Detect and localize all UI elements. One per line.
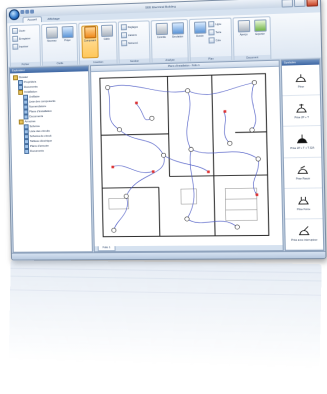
project-explorer: Explorateur Dossier Propriétés Documents In… (8, 65, 93, 253)
window-controls (281, 0, 319, 8)
maximize-icon[interactable] (293, 0, 306, 8)
document-icon (24, 148, 30, 154)
cable-icon (100, 24, 113, 37)
draw-button[interactable]: Dessin (192, 21, 208, 55)
socket-icon (293, 72, 308, 86)
tree-item-label: Installation (23, 89, 38, 95)
project-icon (61, 25, 74, 39)
tree-item-label: Liste des composants (29, 99, 56, 104)
bom-button[interactable]: Nomencl. (121, 39, 147, 47)
print-icon (12, 43, 19, 50)
explorer-tree: Dossier Propriétés Documents Installation Un… (10, 71, 90, 154)
tree-item-label: Tableau électrique (29, 139, 53, 144)
export-button[interactable]: Exporter (252, 19, 268, 53)
preview-icon (237, 19, 250, 33)
socket-power-icon (295, 133, 310, 147)
tree-item-label: Plans d'armoire (29, 144, 49, 149)
print-button[interactable]: Imprimer (12, 43, 37, 50)
tree-item-label: Schéma de circuit (29, 134, 52, 139)
component-icon (83, 26, 96, 39)
new-button[interactable]: Nouveau (44, 26, 59, 59)
symbol-item[interactable]: Prise 2P + T (282, 95, 321, 128)
document-icon (23, 114, 29, 120)
links-button[interactable]: Liaisons (120, 31, 147, 39)
save-button[interactable]: Enregistrer (12, 35, 37, 42)
symbol-item[interactable]: Prise avec interrupteur (285, 218, 324, 251)
settings-button[interactable]: Réglages (120, 23, 147, 31)
project-button[interactable]: Projet (60, 25, 75, 59)
status-bar (11, 250, 326, 260)
cable-button[interactable]: Câble (99, 24, 115, 58)
tab-accueil[interactable]: Accueil (22, 16, 42, 23)
shaver-socket-icon (295, 164, 310, 178)
tree-item-label: Plans d'installation (29, 109, 52, 114)
tree-item-label: Schéma (29, 124, 40, 129)
symbol-item[interactable]: Prise Rasoir (283, 157, 322, 189)
minimize-icon[interactable] (281, 0, 294, 8)
tree-item[interactable]: Documents (15, 148, 90, 154)
tree-item-label: Unifilaire (28, 94, 40, 99)
symbol-item[interactable]: Prise Force (284, 188, 323, 220)
tab-affichage[interactable]: Affichage (44, 16, 64, 22)
open-icon (12, 27, 18, 35)
gear-icon (120, 24, 127, 31)
tree-item-label: Documents (23, 84, 38, 90)
line-icon (208, 21, 215, 28)
line-button[interactable]: Ligne (208, 21, 228, 28)
symbol-library: Symboles Prise Prise 2P + T Prise 2P + T… (280, 58, 325, 252)
link-icon (120, 32, 128, 39)
symbol-item[interactable]: Prise (281, 64, 320, 97)
symbol-item[interactable]: Prise 2P + T + T 32A (283, 126, 322, 158)
tree-item-label: Documents (30, 149, 44, 154)
sheet-tab[interactable]: Folio 1 (97, 246, 116, 252)
save-icon (12, 35, 19, 42)
ribbon-group-document: Aperçu Exporter Document (232, 16, 272, 62)
ribbon-group-plan: Dessin Ligne Texte Cote Plan (188, 17, 233, 64)
floor-plan-canvas[interactable] (91, 66, 283, 247)
preview-button[interactable]: Aperçu (236, 19, 252, 54)
tree-item-label: Liste des circuits (29, 129, 50, 134)
dimension-button[interactable]: Cote (208, 37, 229, 44)
simulation-button[interactable]: Simulation (170, 22, 186, 56)
check-button[interactable]: Contrôle (154, 22, 170, 57)
check-icon (155, 22, 168, 36)
new-icon (45, 26, 58, 39)
screenshot-stage: SEE Electrical Building Accueil Affichag… (0, 0, 327, 394)
list-icon (121, 40, 128, 47)
text-icon (208, 29, 215, 36)
tree-item-label: Armoires (24, 119, 36, 124)
draw-icon (193, 21, 206, 34)
ribbon-group-fichier: Ouvrir Enregistrer Imprimer Fichier (9, 24, 42, 69)
simulation-icon (171, 22, 184, 35)
tree-item-label: Documents (29, 114, 44, 119)
socket-earth-icon (294, 102, 309, 116)
application-window: SEE Electrical Building Accueil Affichag… (5, 0, 327, 261)
ribbon-group-gestion: Réglages Liaisons Nomencl. Gestion (117, 20, 151, 66)
open-button[interactable]: Ouvrir (12, 27, 37, 35)
tree-item-label: Nomenclature (29, 104, 47, 109)
export-icon (253, 19, 267, 32)
ribbon-group-insertion: Composant Câble Insertion (78, 21, 118, 67)
switched-socket-icon (297, 226, 312, 239)
workspace: Explorateur Dossier Propriétés Documents In… (8, 57, 326, 254)
floor-plan-drawing[interactable] (91, 67, 282, 246)
close-icon[interactable] (306, 0, 319, 7)
ribbon-group-analyse: Contrôle Simulation Analyse (150, 19, 189, 65)
power-socket-icon (296, 195, 311, 208)
dimension-icon (208, 37, 215, 44)
component-button[interactable]: Composant (81, 25, 99, 59)
ribbon-group-outils: Nouveau Projet Outils (41, 22, 79, 68)
tree-item-label: Propriétés (23, 80, 37, 85)
text-button[interactable]: Texte (208, 29, 228, 36)
window-reflection (8, 259, 322, 387)
drawing-area: Plans d'installation - Folio 1 Folio 1 (89, 59, 284, 253)
